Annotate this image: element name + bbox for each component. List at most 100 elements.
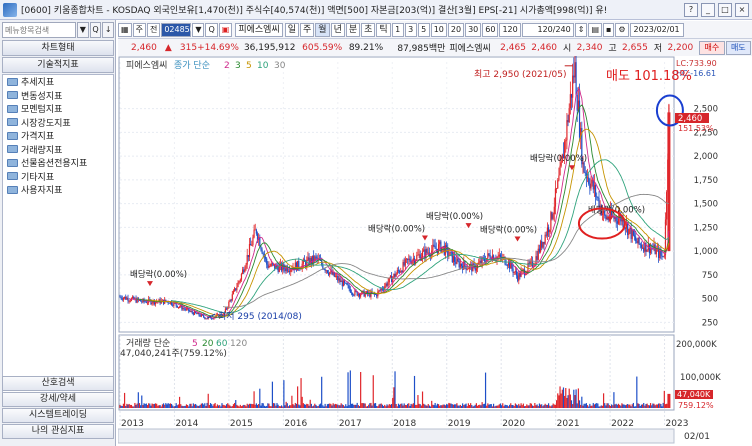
save-icon[interactable]: ▪ [603,22,615,37]
trade-amount: 87,985백만 [397,44,446,54]
candle-body [379,290,381,292]
period-day[interactable]: 일 [284,22,300,37]
candle-body [211,318,213,320]
volume-bar [473,405,475,408]
volume-bar [492,403,495,408]
period-week[interactable]: 주 [300,22,315,37]
tree-item[interactable]: 시장강도지표 [3,116,113,130]
search-down-icon[interactable]: ↓ [102,22,115,38]
candle-body [193,311,196,315]
period-second[interactable]: 초 [361,22,376,37]
tree-item[interactable]: 거래량지표 [3,143,113,157]
my-favorite-button[interactable]: 나의 관심지표 [2,424,114,439]
volume-bar [639,406,641,408]
volume-bar [366,406,369,408]
last-price-value: 2,460 [678,114,702,124]
current-price: 2,460 [131,42,157,53]
volume-bar [633,406,636,408]
candle-body [146,302,149,304]
price-chart[interactable]: 2505007501,0001,2501,5001,7502,0002,2502… [118,56,752,446]
volume-bar [459,404,461,408]
all-button[interactable]: 전 [146,22,161,37]
table-icon[interactable]: ▤ [588,22,602,37]
maximize-button[interactable]: □ [718,2,732,17]
period-tick[interactable]: 틱 [376,22,391,37]
volume-bar [219,405,221,408]
tree-item[interactable]: 모멘텀지표 [3,102,113,116]
interval-60[interactable]: 60 [482,22,499,37]
search-icon[interactable]: Q [205,22,218,37]
close-button[interactable]: × [735,2,749,17]
menu-search-input[interactable] [2,22,76,38]
help-button[interactable]: ? [684,2,698,17]
tree-item[interactable]: 기타지표 [3,170,113,184]
search-dropdown-icon[interactable]: ▼ [77,22,89,38]
code-dropdown-icon[interactable]: ▼ [192,22,205,37]
search-icon[interactable]: Q [89,22,102,38]
tree-item[interactable]: 추세지표 [3,75,113,89]
condition-search-button[interactable]: 산호검색 [2,376,114,391]
volume-bar [435,405,437,408]
spin-icon[interactable]: ⇕ [574,22,588,37]
period-year[interactable]: 년 [330,22,345,37]
tree-item[interactable]: 사용자지표 [3,183,113,197]
candle-body [357,293,359,296]
week-button[interactable]: 주 [132,22,146,37]
period-minute[interactable]: 분 [345,22,361,37]
volume-bar [221,403,223,408]
interval-30[interactable]: 30 [465,22,482,37]
tech-indicator-header[interactable]: 기술적지표 [2,57,114,73]
candle-body [189,311,191,313]
count-input[interactable]: 120/240 [521,22,574,37]
candle-body [289,271,291,273]
volume-bar [231,406,233,408]
candle-body [329,272,331,275]
system-trading-button[interactable]: 시스템트레이딩 [2,408,114,423]
volume-bar [298,404,300,408]
interval-1[interactable]: 1 [391,22,404,37]
volume-bar [585,403,588,408]
date-input[interactable]: 2023/02/01 [629,22,684,37]
candle-body [661,255,663,257]
minimize-button[interactable]: _ [701,2,715,17]
volume-bar [570,400,573,408]
volume-bar [498,404,500,408]
interval-20[interactable]: 20 [447,22,465,37]
high-label: 고 [608,44,617,54]
volume-bar [205,405,207,408]
tree-item[interactable]: 선물옵션전용지표 [3,156,113,170]
volume-bar [403,403,405,408]
chart-scrollbar[interactable] [118,428,675,444]
interval-10[interactable]: 10 [430,22,447,37]
volume-bar [423,403,425,408]
buy-button[interactable]: 매수 [699,40,725,55]
grid-icon[interactable]: ▦ [118,22,132,37]
volume-bar [373,403,376,408]
settings-icon[interactable]: ⚙ [615,22,629,37]
interval-120[interactable]: 120 [499,22,521,37]
candle-body [578,100,581,138]
volume-bar [162,403,165,408]
interval-3[interactable]: 3 [404,22,417,37]
chart-type-header[interactable]: 차트형태 [2,40,114,56]
volume-bar [381,404,384,408]
strength-button[interactable]: 강세/약세 [2,392,114,407]
candle-body [522,269,524,271]
price-tick-label: 750 [702,271,718,281]
period-month[interactable]: 월 [315,22,330,37]
sell-button[interactable]: 매도 [725,40,752,55]
volume-bar [638,403,640,408]
candle-body [387,282,389,286]
legend-ma-label: 종가 단순 [174,60,210,71]
candle-body [200,314,202,317]
volume-bar [220,406,222,408]
interval-5[interactable]: 5 [417,22,430,37]
stock-code-input[interactable]: 024850 [161,22,195,37]
volume-bar [209,403,212,408]
candle-body [358,293,361,297]
tree-item[interactable]: 변동성지표 [3,89,113,103]
candle-body [549,229,551,233]
tree-item[interactable]: 가격지표 [3,129,113,143]
volume-bar [319,403,322,408]
stock-icon[interactable]: ▣ [218,22,233,37]
